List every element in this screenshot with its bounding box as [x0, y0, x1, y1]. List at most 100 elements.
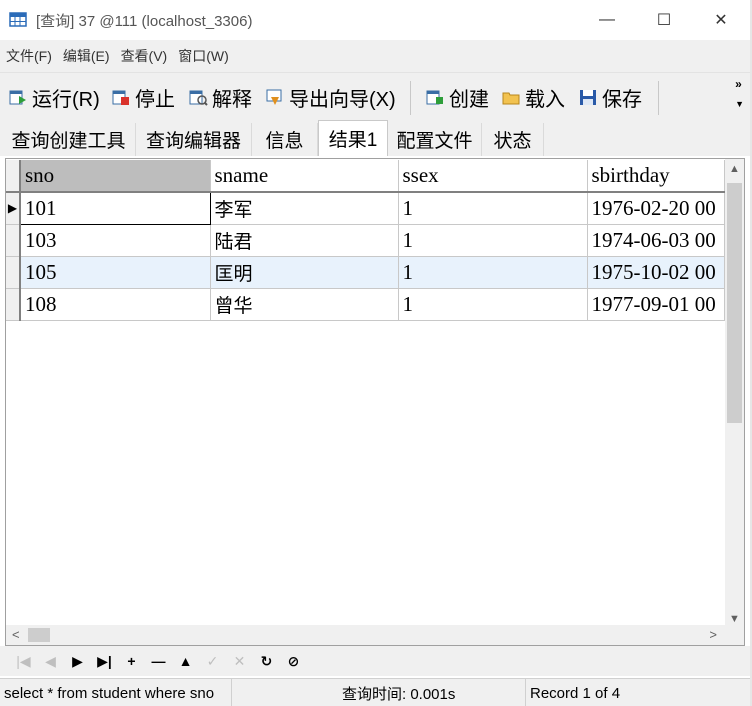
- load-button[interactable]: 载入: [501, 83, 565, 111]
- maximize-button[interactable]: ☐: [641, 6, 687, 34]
- tab-query-builder[interactable]: 查询创建工具: [2, 123, 136, 156]
- status-spacer: [232, 679, 338, 706]
- stop-button[interactable]: 停止: [111, 83, 175, 111]
- cell-sname[interactable]: 匡明: [210, 256, 399, 289]
- row-indicator: [6, 288, 21, 321]
- horizontal-scrollbar[interactable]: < >: [6, 625, 725, 645]
- row-indicator: [6, 256, 21, 289]
- cell-ssex[interactable]: 1: [398, 224, 588, 257]
- tab-info[interactable]: 信息: [252, 123, 318, 156]
- title-bar: [查询] 37 @111 (localhost_3306) — ☐ ✕: [0, 0, 752, 40]
- cell-ssex[interactable]: 1: [398, 192, 588, 225]
- toolbar: 运行(R) 停止 解释 导出向导(X) 创建 载入 保存 » ▼: [0, 72, 750, 120]
- cell-sbirthday[interactable]: 1975-10-02 00: [587, 256, 725, 289]
- export-icon: [266, 89, 282, 105]
- refresh-icon[interactable]: ↻: [253, 650, 280, 672]
- export-wizard-label: 导出向导(X): [289, 88, 396, 111]
- vertical-scroll-thumb[interactable]: [727, 183, 742, 423]
- stop-label: 停止: [135, 88, 175, 111]
- last-record-icon[interactable]: ▶|: [91, 650, 118, 672]
- tab-status[interactable]: 状态: [482, 123, 544, 156]
- header-row: sno sname ssex sbirthday: [6, 160, 725, 193]
- load-label: 载入: [525, 88, 565, 111]
- menu-edit[interactable]: 编辑(E): [63, 46, 110, 66]
- tab-profile[interactable]: 配置文件: [388, 123, 482, 156]
- create-label: 创建: [449, 88, 489, 111]
- menu-bar: 文件(F) 编辑(E) 查看(V) 窗口(W): [0, 40, 750, 72]
- horizontal-scroll-thumb[interactable]: [28, 628, 50, 642]
- toolbar-overflow-button[interactable]: » ▼: [735, 77, 744, 111]
- result-table: sno sname ssex sbirthday ▶ 101 李军 1 1976…: [6, 160, 725, 321]
- status-record: Record 1 of 4: [530, 684, 621, 702]
- close-button[interactable]: ✕: [698, 6, 744, 34]
- tab-result1[interactable]: 结果1: [318, 120, 388, 156]
- column-header-sno[interactable]: sno: [20, 160, 211, 193]
- cell-sbirthday[interactable]: 1976-02-20 00: [587, 192, 725, 225]
- status-sql: select * from student where sno: [0, 679, 232, 706]
- table-row[interactable]: ▶ 101 李军 1 1976-02-20 00: [6, 191, 725, 225]
- prior-record-icon[interactable]: ◀: [37, 650, 64, 672]
- record-navigator: |◀ ◀ ▶ ▶| + — ▲ ✓ ✕ ↻ ⊘: [0, 646, 750, 676]
- result-grid[interactable]: sno sname ssex sbirthday ▶ 101 李军 1 1976…: [5, 158, 745, 646]
- delete-record-icon[interactable]: —: [145, 650, 172, 672]
- run-icon: [9, 90, 26, 105]
- row-indicator-header: [6, 160, 21, 193]
- status-bar: select * from student where sno 查询时间: 0.…: [0, 678, 750, 706]
- scroll-left-icon[interactable]: <: [12, 627, 20, 642]
- column-header-sbirthday[interactable]: sbirthday: [587, 160, 725, 193]
- menu-view[interactable]: 查看(V): [121, 46, 168, 66]
- save-button[interactable]: 保存: [578, 83, 642, 111]
- vertical-scrollbar[interactable]: ▲ ▼: [725, 159, 744, 645]
- tab-bar: 查询创建工具 查询编辑器 信息 结果1 配置文件 状态: [0, 120, 750, 156]
- cell-sno[interactable]: 103: [20, 224, 211, 257]
- create-button[interactable]: 创建: [425, 83, 489, 111]
- toolbar-separator: [658, 81, 659, 115]
- cell-sbirthday[interactable]: 1977-09-01 00: [587, 288, 725, 321]
- export-wizard-button[interactable]: 导出向导(X): [265, 83, 396, 111]
- menu-file[interactable]: 文件(F): [6, 46, 52, 66]
- explain-button[interactable]: 解释: [188, 83, 252, 111]
- status-query-time: 查询时间: 0.001s: [338, 679, 526, 706]
- stop-icon: [112, 90, 129, 105]
- stop-query-icon[interactable]: ⊘: [280, 650, 307, 672]
- next-record-icon[interactable]: ▶: [64, 650, 91, 672]
- post-edit-icon[interactable]: ✓: [199, 650, 226, 672]
- save-label: 保存: [602, 88, 642, 111]
- table-row[interactable]: 105 匡明 1 1975-10-02 00: [6, 256, 725, 289]
- save-icon: [580, 90, 596, 105]
- tab-query-editor[interactable]: 查询编辑器: [136, 123, 252, 156]
- overflow-chevron-icon: »: [735, 77, 742, 91]
- window-title: [查询] 37 @111 (localhost_3306): [36, 13, 253, 30]
- edit-record-icon[interactable]: ▲: [172, 650, 199, 672]
- minimize-button[interactable]: —: [584, 6, 630, 34]
- cell-sno[interactable]: 101: [19, 191, 211, 225]
- table-row[interactable]: 103 陆君 1 1974-06-03 00: [6, 224, 725, 257]
- create-icon: [426, 90, 443, 105]
- row-indicator: [6, 224, 21, 257]
- cell-sname[interactable]: 李军: [210, 192, 399, 225]
- scroll-down-icon[interactable]: ▼: [729, 613, 740, 625]
- cell-sname[interactable]: 陆君: [210, 224, 399, 257]
- cancel-edit-icon[interactable]: ✕: [226, 650, 253, 672]
- insert-record-icon[interactable]: +: [118, 650, 145, 672]
- cell-sno[interactable]: 108: [20, 288, 211, 321]
- cell-sname[interactable]: 曾华: [210, 288, 399, 321]
- explain-label: 解释: [212, 88, 252, 111]
- column-header-ssex[interactable]: ssex: [398, 160, 588, 193]
- explain-icon: [189, 90, 208, 106]
- scroll-up-icon[interactable]: ▲: [729, 163, 740, 175]
- cell-sno[interactable]: 105: [20, 256, 211, 289]
- cell-ssex[interactable]: 1: [398, 288, 588, 321]
- cell-sbirthday[interactable]: 1974-06-03 00: [587, 224, 725, 257]
- column-header-sname[interactable]: sname: [210, 160, 399, 193]
- folder-icon: [502, 92, 520, 105]
- scroll-right-icon[interactable]: >: [709, 627, 717, 642]
- table-row[interactable]: 108 曾华 1 1977-09-01 00: [6, 288, 725, 321]
- menu-window[interactable]: 窗口(W): [178, 46, 229, 66]
- first-record-icon[interactable]: |◀: [10, 650, 37, 672]
- table-grid-icon: [9, 12, 27, 27]
- run-button[interactable]: 运行(R): [8, 83, 100, 111]
- run-label: 运行(R): [32, 88, 100, 111]
- overflow-dropdown-icon: ▼: [735, 99, 744, 109]
- cell-ssex[interactable]: 1: [398, 256, 588, 289]
